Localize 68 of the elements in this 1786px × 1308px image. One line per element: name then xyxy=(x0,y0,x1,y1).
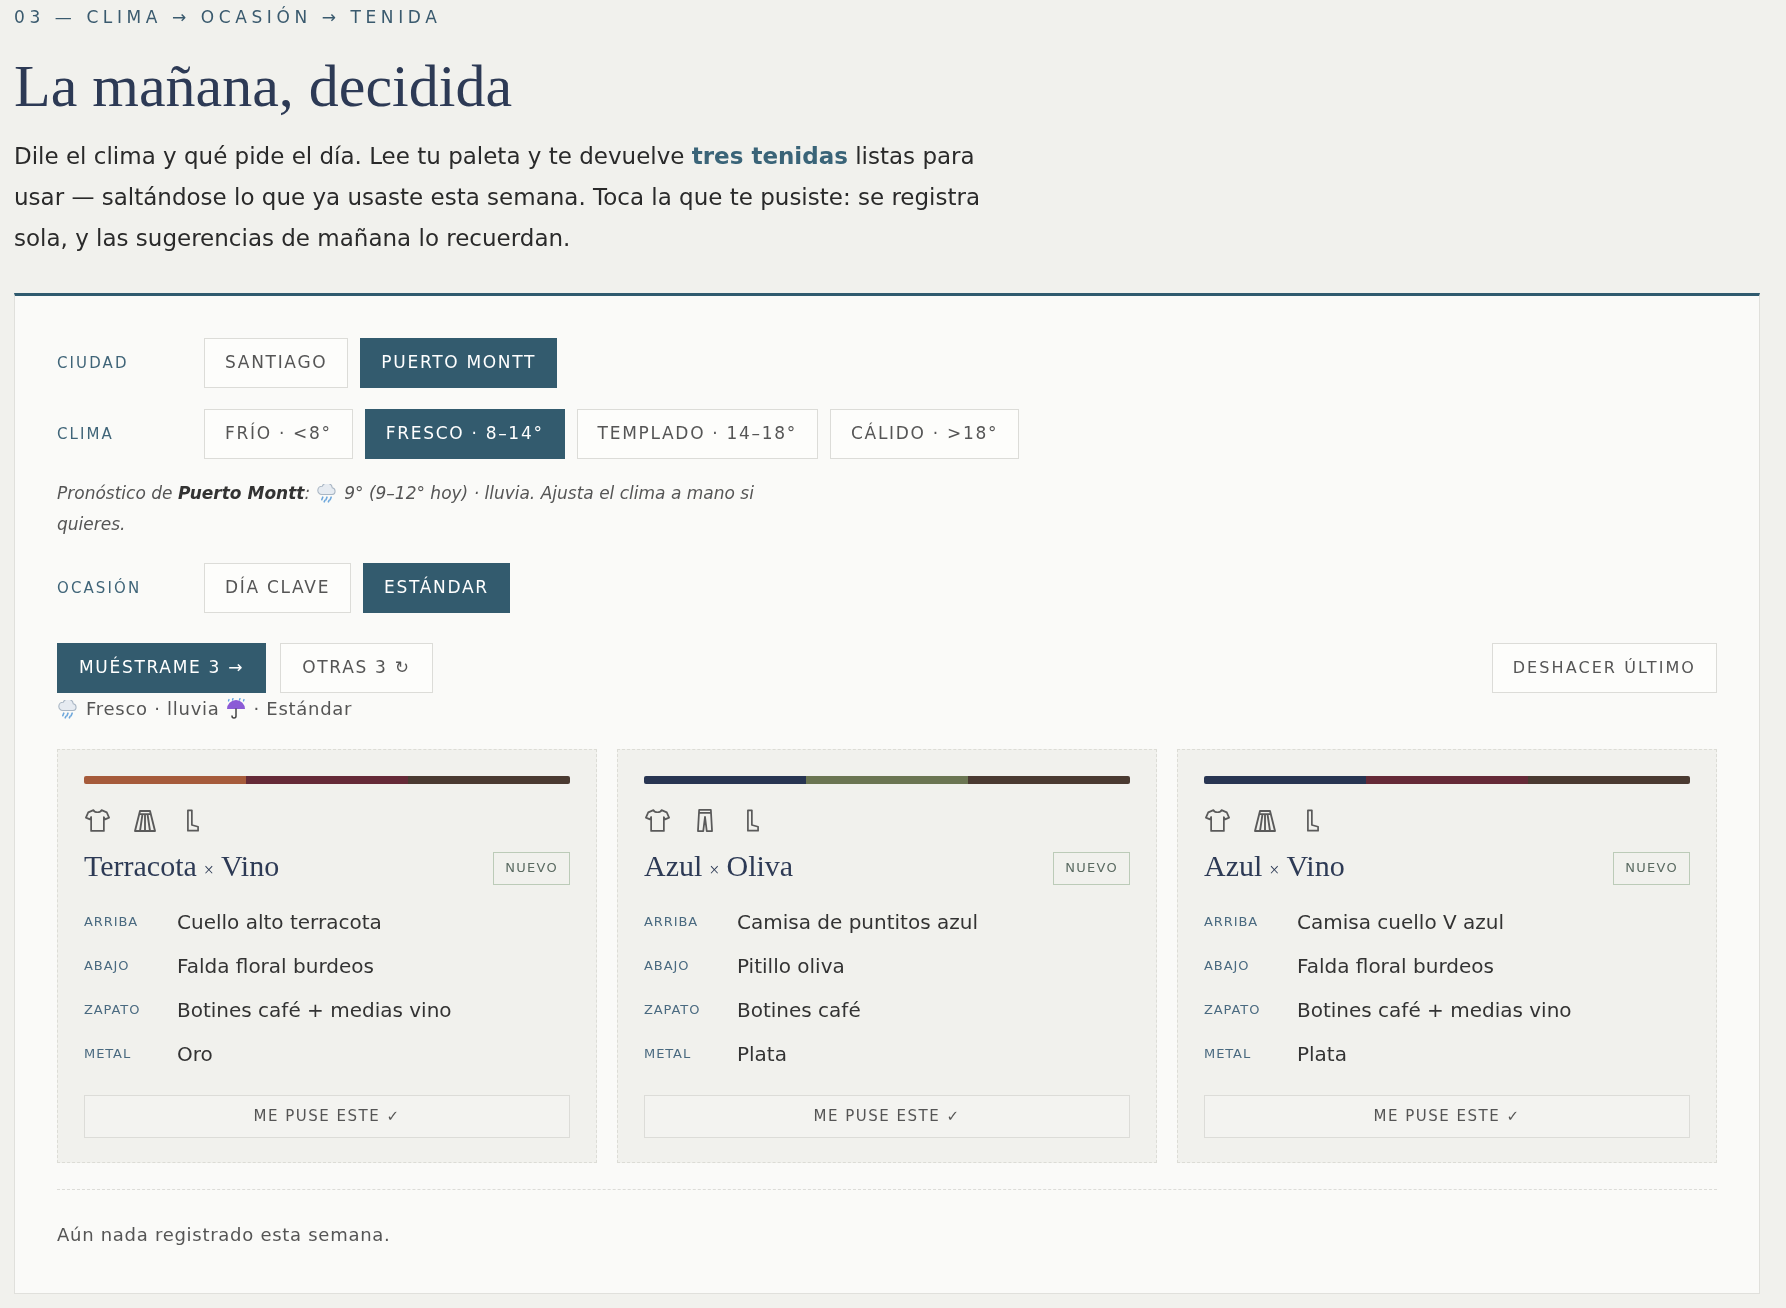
option-button[interactable]: ESTÁNDAR xyxy=(363,563,510,613)
item-label: ARRIBA xyxy=(644,913,700,932)
item-value: Pitillo oliva xyxy=(737,953,845,980)
show-outfits-button[interactable]: MUÉSTRAME 3 → xyxy=(57,643,267,693)
option-button[interactable]: CÁLIDO · >18° xyxy=(830,409,1020,459)
shirt-icon xyxy=(1204,809,1230,832)
shuffle-button[interactable]: OTRAS 3 ↻ xyxy=(280,643,433,693)
item-value: Oro xyxy=(177,1041,213,1068)
item-value: Plata xyxy=(1297,1041,1347,1068)
boot-icon xyxy=(187,809,199,832)
item-label: ARRIBA xyxy=(1204,913,1260,932)
shirt-icon xyxy=(84,809,110,832)
option-button[interactable]: DÍA CLAVE xyxy=(204,563,352,613)
new-badge: NUEVO xyxy=(1613,851,1690,885)
option-button[interactable]: TEMPLADO · 14–18° xyxy=(576,409,818,459)
item-value: Falda floral burdeos xyxy=(1297,953,1494,980)
boot-icon xyxy=(1307,809,1319,832)
umbrella-rain-icon xyxy=(226,698,247,720)
forecast-text: quieres. xyxy=(57,513,126,536)
intro-paragraph: Dile el clima y qué pide el día. Lee tu paleta y te devuelve tres tenidas listas para usar — saltándose lo que ya usaste esta semana. Toca la que te pusiste: se registra sola, y las sugerencias de mañana lo recuerdan. xyxy=(14,142,982,253)
option-button[interactable]: SANTIAGO xyxy=(204,338,349,388)
skirt-icon xyxy=(134,810,156,832)
item-value: Botines café + medias vino xyxy=(177,997,452,1024)
wore-this-button[interactable]: ME PUSE ESTE ✓ xyxy=(84,1095,570,1138)
undo-button[interactable]: DESHACER ÚLTIMO xyxy=(1491,643,1717,693)
outfit-title: Azul × Oliva xyxy=(644,848,794,884)
forecast-label: Pronóstico de Puerto Montt: xyxy=(57,482,311,505)
item-value: Falda floral burdeos xyxy=(177,953,374,980)
item-value: Camisa de puntitos azul xyxy=(737,909,978,936)
rain-cloud-icon xyxy=(316,484,339,503)
item-label: ARRIBA xyxy=(84,913,140,932)
item-label: ZAPATO xyxy=(644,1001,702,1020)
rain-cloud-icon xyxy=(57,699,79,719)
item-label: ZAPATO xyxy=(1204,1001,1262,1020)
item-label: METAL xyxy=(84,1045,133,1064)
option-button[interactable]: FRÍO · <8° xyxy=(204,409,353,459)
boot-icon xyxy=(747,809,759,832)
outfit-title: Azul × Vino xyxy=(1204,848,1345,884)
item-label: METAL xyxy=(1204,1045,1253,1064)
field-label: CIUDAD xyxy=(57,352,130,374)
summary-occasion: · Estándar xyxy=(253,697,353,721)
item-label: METAL xyxy=(644,1045,693,1064)
item-value: Botines café xyxy=(737,997,861,1024)
outfit-title: Terracota × Vino xyxy=(84,848,280,884)
new-badge: NUEVO xyxy=(493,851,570,885)
option-button[interactable]: FRESCO · 8–14° xyxy=(364,409,565,459)
field-label: OCASIÓN xyxy=(57,577,143,599)
new-badge: NUEVO xyxy=(1053,851,1130,885)
item-value: Botines café + medias vino xyxy=(1297,997,1572,1024)
page-title: La mañana, decidida xyxy=(14,52,514,121)
section-eyebrow: 03 — CLIMA → OCASIÓN → TENIDA xyxy=(14,5,443,29)
item-value: Cuello alto terracota xyxy=(177,909,382,936)
field-label: CLIMA xyxy=(57,423,115,445)
item-value: Plata xyxy=(737,1041,787,1068)
summary-weather: Fresco · lluvia xyxy=(86,697,220,721)
wore-this-button[interactable]: ME PUSE ESTE ✓ xyxy=(1204,1095,1690,1138)
item-label: ABAJO xyxy=(644,957,691,976)
item-label: ABAJO xyxy=(84,957,131,976)
item-value: Camisa cuello V azul xyxy=(1297,909,1504,936)
option-button[interactable]: PUERTO MONTT xyxy=(360,338,558,388)
wore-this-button[interactable]: ME PUSE ESTE ✓ xyxy=(644,1095,1130,1138)
skirt-icon xyxy=(1254,810,1276,832)
item-label: ABAJO xyxy=(1204,957,1251,976)
forecast-text: 9° (9–12° hoy) · lluvia. Ajusta el clima a mano si xyxy=(344,482,754,505)
shirt-icon xyxy=(644,809,670,832)
trousers-icon xyxy=(697,809,713,832)
item-label: ZAPATO xyxy=(84,1001,142,1020)
log-status-text: Aún nada registrado esta semana. xyxy=(57,1223,392,1247)
